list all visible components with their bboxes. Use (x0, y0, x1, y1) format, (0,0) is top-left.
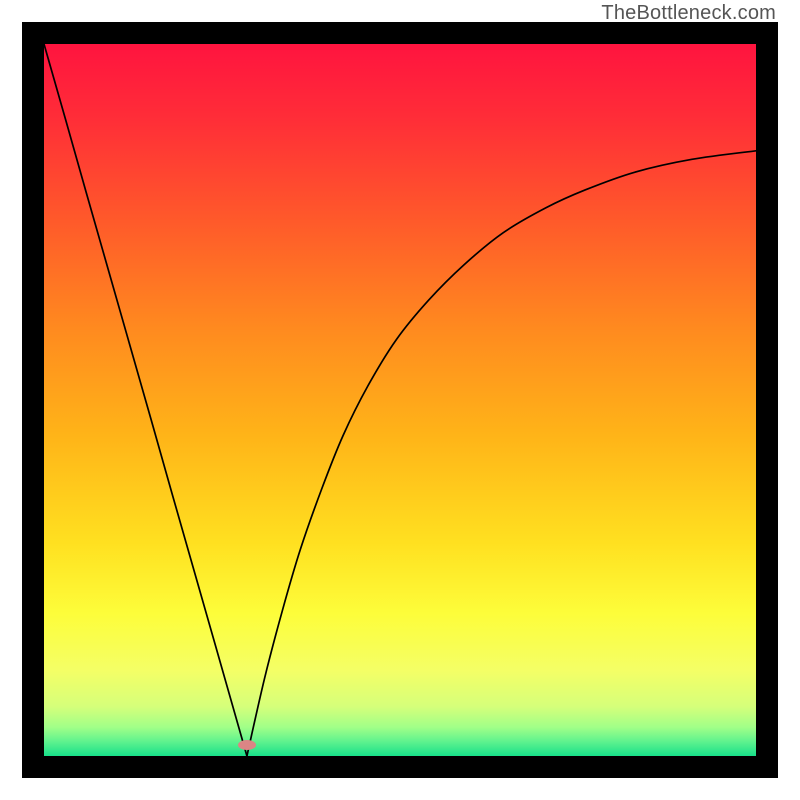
min-point-marker (238, 740, 256, 750)
chart-border (22, 22, 778, 778)
watermark-text: TheBottleneck.com (601, 2, 776, 25)
curve-line (44, 44, 756, 756)
plot-area (44, 44, 756, 756)
